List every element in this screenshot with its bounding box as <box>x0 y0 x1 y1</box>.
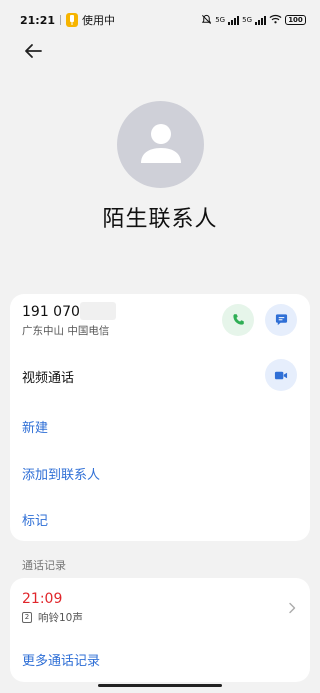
video-camera-icon <box>274 366 288 385</box>
call-button[interactable] <box>222 304 254 336</box>
network-type-2: 5G <box>242 16 252 24</box>
in-use-icon <box>66 13 79 27</box>
video-call-label: 视频通话 <box>22 371 75 386</box>
signal-icon-2 <box>255 15 266 25</box>
new-contact-link[interactable]: 新建 <box>22 417 48 436</box>
phone-location: 广东中山 中国电信 <box>22 325 110 337</box>
message-button[interactable] <box>265 304 297 336</box>
add-to-contacts-link[interactable]: 添加到联系人 <box>22 464 100 483</box>
back-button[interactable] <box>16 40 50 66</box>
wifi-icon <box>269 14 282 26</box>
status-time: 21:21 <box>20 13 56 27</box>
mark-link[interactable]: 标记 <box>22 510 48 529</box>
sim-card-icon: 2 <box>22 612 32 623</box>
contact-name: 陌生联系人 <box>102 207 218 232</box>
phone-row[interactable]: 191 070 广东中山 中国电信 <box>10 294 310 349</box>
phone-icon <box>232 311 245 330</box>
mute-bell-icon <box>201 14 212 27</box>
message-icon <box>275 311 288 330</box>
person-icon <box>138 121 184 169</box>
more-call-log-link[interactable]: 更多通话记录 <box>22 650 100 669</box>
status-indicators: 5G 5G 100 <box>201 14 306 27</box>
video-call-row[interactable]: 视频通话 <box>10 349 310 395</box>
signal-icon-1 <box>228 15 240 25</box>
video-call-button[interactable] <box>265 359 297 391</box>
chevron-right-icon[interactable] <box>288 599 296 618</box>
call-log-card: 21:09 2 响铃10声 更多通话记录 <box>10 578 310 682</box>
call-log-section-title: 通话记录 <box>22 559 66 572</box>
status-bar: 21:21 使用中 5G 5G 100 <box>0 0 320 40</box>
call-log-ring-count: 响铃10声 <box>38 612 83 624</box>
call-log-detail: 2 响铃10声 <box>22 610 83 625</box>
call-log-entry[interactable]: 21:09 2 响铃10声 <box>10 578 310 634</box>
phone-number: 191 070 <box>22 304 80 320</box>
avatar <box>117 101 204 188</box>
contact-actions-card: 191 070 广东中山 中国电信 视频通话 新建 添加到联系人 标记 <box>10 294 310 541</box>
arrow-left-icon <box>23 43 43 63</box>
home-indicator[interactable] <box>98 684 222 687</box>
status-divider <box>60 15 62 25</box>
in-use-label: 使用中 <box>82 14 116 27</box>
redacted-digits <box>80 302 116 320</box>
network-type-1: 5G <box>215 16 226 24</box>
battery-icon: 100 <box>285 15 306 25</box>
call-log-time: 21:09 <box>22 591 63 607</box>
